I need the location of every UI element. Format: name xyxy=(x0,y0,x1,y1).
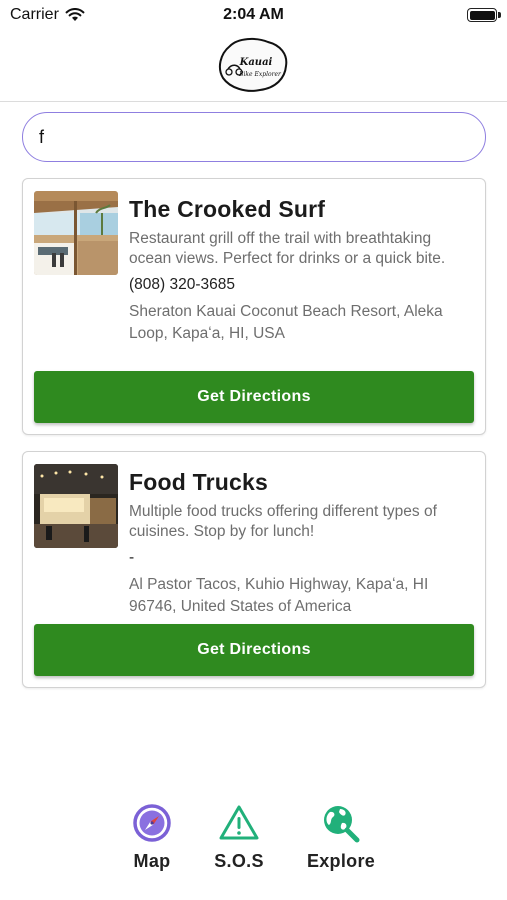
place-address: Al Pastor Tacos, Kuhio Highway, Kapaʻa, … xyxy=(129,576,429,615)
bottom-tab-bar: Map S.O.S Explore xyxy=(0,795,507,885)
place-description: Restaurant grill off the trail with brea… xyxy=(129,230,446,267)
place-card: Food Trucks Multiple food trucks offerin… xyxy=(22,451,486,688)
place-description: Multiple food trucks offering different … xyxy=(129,503,437,540)
globe-search-icon xyxy=(324,806,360,843)
status-bar: Carrier 2:04 AM xyxy=(0,0,507,30)
place-card: The Crooked Surf Restaurant grill off th… xyxy=(22,178,486,435)
place-thumbnail xyxy=(34,464,118,548)
place-phone[interactable]: (808) 320-3685 xyxy=(129,275,473,295)
status-time: 2:04 AM xyxy=(223,6,284,23)
logo-text-line2: Bike Explorer xyxy=(238,71,282,78)
place-details: Food Trucks Multiple food trucks offerin… xyxy=(129,466,473,618)
tab-explore-label: Explore xyxy=(306,851,376,871)
place-title: Food Trucks xyxy=(129,469,268,495)
logo-text-line1: Kauai xyxy=(239,57,273,68)
get-directions-button[interactable]: Get Directions xyxy=(34,371,474,423)
tab-map-label: Map xyxy=(133,851,171,871)
app-logo: Kauai Bike Explorer xyxy=(218,37,288,92)
place-title: The Crooked Surf xyxy=(129,196,326,222)
tab-explore[interactable]: Explore xyxy=(296,795,386,872)
tab-sos[interactable]: S.O.S xyxy=(194,795,284,872)
search-input[interactable] xyxy=(39,126,469,148)
battery-icon xyxy=(467,8,501,22)
place-thumbnail xyxy=(34,191,118,275)
place-details: The Crooked Surf Restaurant grill off th… xyxy=(129,193,473,345)
search-field[interactable] xyxy=(22,112,486,162)
warning-triangle-icon xyxy=(219,805,259,840)
app-header: Kauai Bike Explorer xyxy=(0,30,507,102)
tab-map[interactable]: Map xyxy=(107,795,197,872)
place-phone: - xyxy=(129,549,135,566)
tab-sos-label: S.O.S xyxy=(214,851,264,871)
place-address: Sheraton Kauai Coconut Beach Resort, Ale… xyxy=(129,303,443,342)
get-directions-button[interactable]: Get Directions xyxy=(34,624,474,676)
compass-icon xyxy=(133,804,171,842)
